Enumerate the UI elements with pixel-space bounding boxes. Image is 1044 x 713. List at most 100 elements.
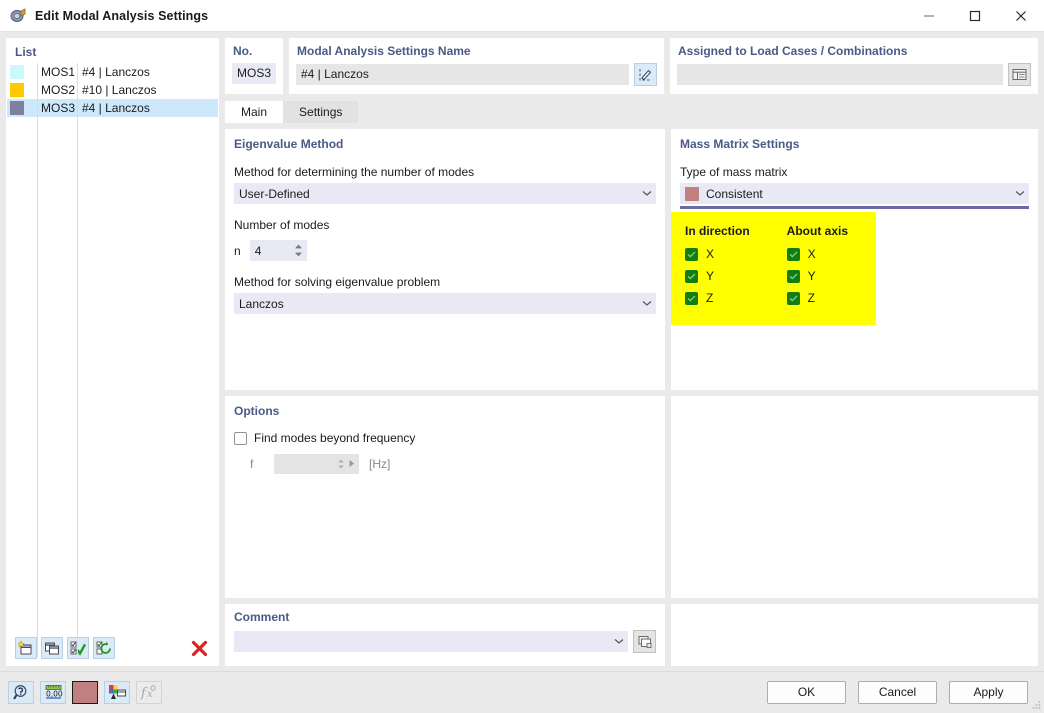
title-bar: Edit Modal Analysis Settings [0,0,1044,32]
about-axis-header: About axis [787,224,848,238]
minimize-icon[interactable] [906,0,952,31]
options-panel: Options Find modes beyond frequency f [225,396,665,598]
list-rows: MOS1 #4 | Lanczos MOS2 #10 | Lanczos [7,63,218,631]
about-axis-y[interactable]: Y [787,269,848,283]
assigned-input[interactable] [677,64,1003,85]
list-header: List [7,39,218,63]
in-direction-column: In direction X [685,224,750,313]
find-modes-label: Find modes beyond frequency [254,431,415,445]
find-modes-checkbox-row[interactable]: Find modes beyond frequency [225,418,665,445]
method-modes-value: User-Defined [239,187,638,201]
question-magnifier-icon[interactable] [8,681,34,704]
eigenvalue-method-title: Eigenvalue Method [225,129,665,151]
tab-main[interactable]: Main [225,101,283,123]
ok-button[interactable]: OK [767,681,846,704]
dialog-footer: 0,00 f x OK Cancel [0,671,1044,712]
checkbox-checked-icon [787,248,800,261]
checkbox-unchecked-icon [234,432,247,445]
list-item-value: #4 | Lanczos [78,99,218,117]
list-item-selected[interactable]: MOS3 #4 | Lanczos [7,99,218,117]
name-input[interactable]: #4 | Lanczos [296,64,629,85]
name-label: Modal Analysis Settings Name [289,38,664,63]
chevron-down-icon [1011,190,1029,197]
method-solve-select[interactable]: Lanczos [234,293,656,314]
in-direction-x-label: X [706,247,714,261]
eigenvalue-method-panel: Eigenvalue Method Method for determining… [225,129,665,390]
color-swatch-icon[interactable] [72,681,98,704]
edit-pencil-icon[interactable] [634,63,657,86]
list-item[interactable]: MOS1 #4 | Lanczos [7,63,218,81]
checkbox-checked-icon [787,292,800,305]
content-row-1: Eigenvalue Method Method for determining… [225,129,1038,390]
in-direction-x[interactable]: X [685,247,750,261]
mass-matrix-highlight-region: In direction X [671,212,876,325]
comment-right-empty-panel [671,604,1038,666]
window-title: Edit Modal Analysis Settings [35,9,208,23]
list-panel: List [6,38,219,666]
number-of-modes-value: 4 [250,244,291,258]
maximize-icon[interactable] [952,0,998,31]
number-of-modes-row: n 4 [225,236,665,261]
mass-matrix-title: Mass Matrix Settings [671,129,1038,151]
mass-matrix-panel: Mass Matrix Settings Type of mass matrix… [671,129,1038,390]
chevron-down-icon [638,190,656,197]
comment-input[interactable] [234,631,628,652]
in-direction-z[interactable]: Z [685,291,750,305]
about-axis-z[interactable]: Z [787,291,848,305]
apply-button[interactable]: Apply [949,681,1028,704]
about-axis-column: About axis X [787,224,848,313]
options-title: Options [225,396,665,418]
method-modes-select[interactable]: User-Defined [234,183,656,204]
stepper-arrows-icon [337,459,345,469]
about-axis-x-label: X [808,247,816,261]
chevron-down-icon [638,300,656,307]
about-axis-z-label: Z [808,291,815,305]
header-cards-row: No. MOS3 Modal Analysis Settings Name #4… [225,38,1038,94]
resize-grip[interactable] [1031,699,1041,709]
chevron-down-icon [610,638,628,645]
method-solve-value: Lanczos [239,297,638,311]
checkbox-checked-icon [685,292,698,305]
about-axis-x[interactable]: X [787,247,848,261]
in-direction-y[interactable]: Y [685,269,750,283]
in-direction-z-label: Z [706,291,713,305]
n-symbol: n [234,244,241,258]
no-value: MOS3 [232,63,276,84]
close-icon[interactable] [998,0,1044,31]
table-select-icon[interactable] [1008,63,1031,86]
number-of-modes-stepper[interactable]: 4 [250,240,307,261]
no-card: No. MOS3 [225,38,283,94]
units-ruler-icon[interactable]: 0,00 [40,681,66,704]
checkbox-checked-icon [685,270,698,283]
in-direction-header: In direction [685,224,750,238]
tab-settings[interactable]: Settings [283,101,358,123]
dialog-body: List [0,32,1044,666]
f-symbol: f [250,457,264,471]
list-item[interactable]: MOS2 #10 | Lanczos [7,81,218,99]
about-axis-y-label: Y [808,269,816,283]
display-properties-icon[interactable] [104,681,130,704]
list-grid-filler [7,117,218,631]
number-of-modes-label: Number of modes [225,204,665,236]
copy-comment-icon[interactable] [633,630,656,653]
color-swatch-cell [7,83,37,97]
mass-matrix-underline [680,206,1029,209]
cancel-button[interactable]: Cancel [858,681,937,704]
window-controls [906,0,1044,31]
no-label: No. [225,38,283,63]
stepper-arrows-icon[interactable] [291,244,307,257]
dialog-window: Edit Modal Analysis Settings List [0,0,1044,712]
function-fx-icon: f x [136,681,162,704]
mass-matrix-type-select[interactable]: Consistent [680,183,1029,204]
frequency-input [274,454,359,474]
content-row-3: Comment [225,604,1038,666]
mass-matrix-color-chip [685,187,699,201]
mass-matrix-type-value: Consistent [706,187,1011,201]
color-swatch [10,101,24,115]
svg-text:x: x [147,689,153,700]
list-item-value: #4 | Lanczos [78,63,218,81]
mass-matrix-type-label: Type of mass matrix [671,151,1038,183]
list-item-key: MOS2 [37,81,78,99]
list-item-key: MOS3 [37,99,78,117]
checkbox-checked-icon [787,270,800,283]
